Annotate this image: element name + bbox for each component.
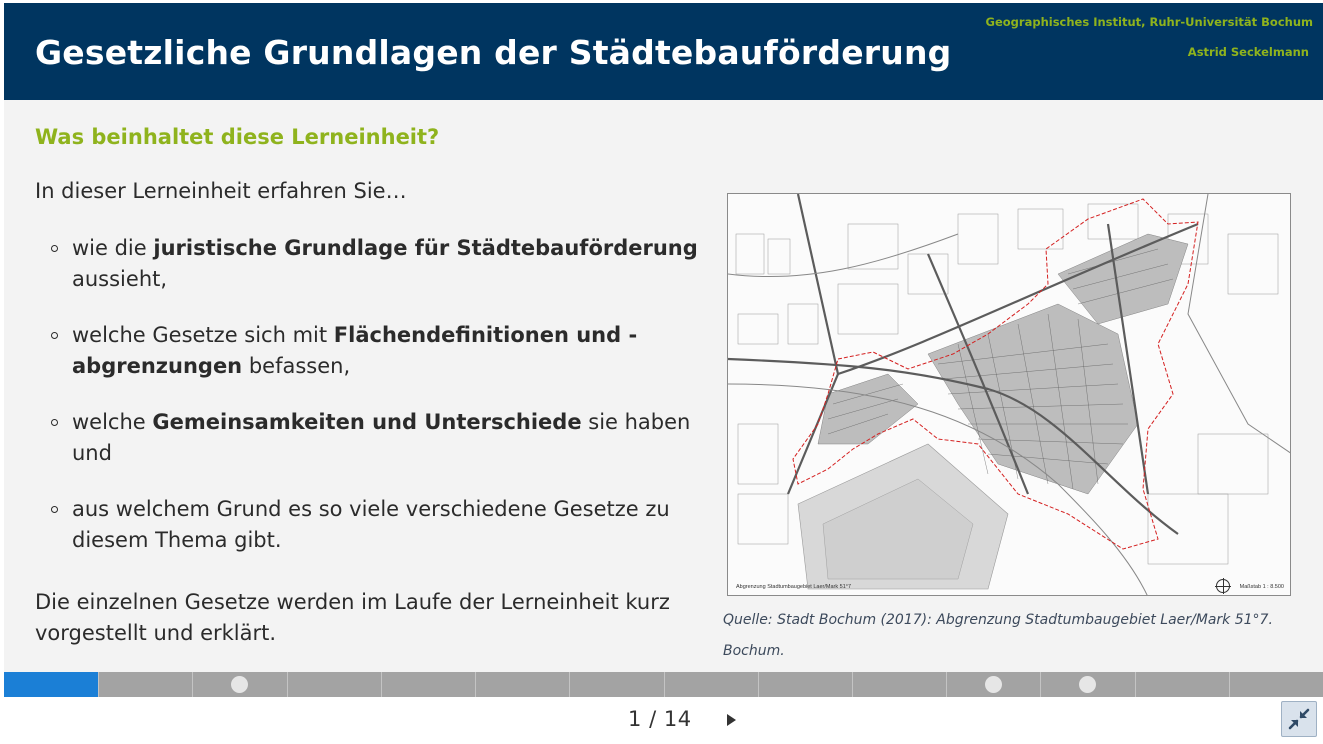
progress-segment-divider [1229, 672, 1230, 697]
bullet-list: wie die juristische Grundlage für Städte… [35, 233, 725, 581]
progress-segment-divider [946, 672, 947, 697]
section-heading: Was beinhaltet diese Lerneinheit? [35, 125, 440, 149]
circle-bullet-icon [51, 332, 58, 339]
triangle-right-icon [727, 714, 736, 726]
slide-title: Gesetzliche Grundlagen der Städtebauförd… [35, 33, 952, 72]
progress-segment-divider [1135, 672, 1136, 697]
slide-navigation: 1 / 14 [0, 697, 1323, 744]
outro-text: Die einzelnen Gesetze werden im Laufe de… [35, 590, 670, 645]
institute-label: Geographisches Institut, Ruhr-Universitä… [985, 15, 1313, 29]
bullet-item: welche Gemeinsamkeiten und Unterschiede … [35, 407, 725, 469]
circle-bullet-icon [51, 245, 58, 252]
slide: Gesetzliche Grundlagen der Städtebauförd… [4, 3, 1323, 672]
image-caption: Quelle: Stadt Bochum (2017): Abgrenzung … [723, 612, 1273, 659]
progress-marker-dot[interactable] [231, 676, 248, 693]
north-arrow-icon [1215, 578, 1231, 594]
bullet-item: welche Gesetze sich mit Flächendefinitio… [35, 320, 725, 382]
progress-segment-divider [664, 672, 665, 697]
progress-segment-divider [1040, 672, 1041, 697]
map-scale-label: Maßstab 1 : 8.500 [1239, 584, 1284, 590]
progress-segment-divider [475, 672, 476, 697]
total-pages-number: 14 [663, 707, 692, 731]
progress-bar[interactable] [4, 672, 1323, 697]
exit-fullscreen-icon [1288, 708, 1310, 730]
bullet-item: aus welchem Grund es so viele verschiede… [35, 494, 725, 556]
progress-segment-divider [381, 672, 382, 697]
progress-segment-divider [852, 672, 853, 697]
progress-segment-divider [287, 672, 288, 697]
intro-text: In dieser Lerneinheit erfahren Sie… [35, 179, 407, 203]
city-map-drawing [728, 194, 1290, 595]
progress-segment-divider [98, 672, 99, 697]
current-page-number: 1 [628, 707, 642, 731]
next-slide-button[interactable] [722, 709, 742, 731]
progress-marker-dot[interactable] [1079, 676, 1096, 693]
progress-segment-divider [569, 672, 570, 697]
progress-marker-dot[interactable] [985, 676, 1002, 693]
exit-fullscreen-button[interactable] [1281, 701, 1317, 737]
circle-bullet-icon [51, 506, 58, 513]
progress-segment-divider [758, 672, 759, 697]
map-legend-title: Abgrenzung Stadtumbaugebiet Laer/Mark 51… [736, 584, 852, 590]
progress-bar-fill [4, 672, 99, 697]
progress-segment-divider [192, 672, 193, 697]
author-label: Astrid Seckelmann [1187, 45, 1309, 59]
page-separator: / [649, 707, 657, 731]
slide-header: Gesetzliche Grundlagen der Städtebauförd… [4, 3, 1323, 100]
circle-bullet-icon [51, 419, 58, 426]
page-indicator: 1 / 14 [628, 707, 692, 731]
bullet-item: wie die juristische Grundlage für Städte… [35, 233, 725, 295]
map-image: Abgrenzung Stadtumbaugebiet Laer/Mark 51… [727, 193, 1291, 596]
